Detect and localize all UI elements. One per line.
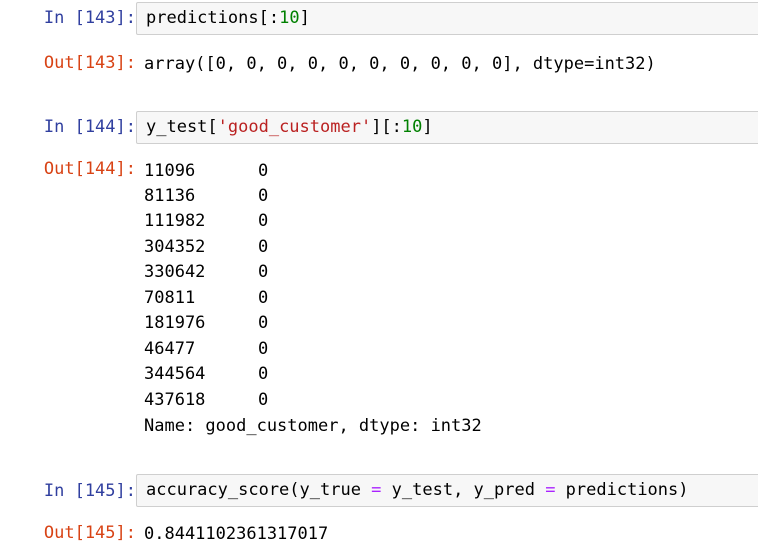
series-value: 0: [258, 288, 269, 308]
series-index: 70811: [144, 288, 196, 308]
out-prompt-144: Out[144]:: [43, 159, 136, 179]
series-footer: Name: good_customer, dtype: int32: [144, 416, 482, 436]
code-cell-145[interactable]: accuracy_score(y_true = y_test, y_pred =…: [136, 474, 758, 507]
series-value: 0: [258, 262, 269, 282]
series-value: 0: [258, 211, 269, 231]
series-value: 0: [258, 237, 269, 257]
code-number-token: 10: [401, 117, 423, 137]
series-index: 111982: [144, 211, 206, 231]
output-text-143: array([0, 0, 0, 0, 0, 0, 0, 0, 0, 0], dt…: [144, 54, 656, 74]
code-text-144[interactable]: y_test['good_customer'][:10]: [146, 115, 433, 139]
code-text-143[interactable]: predictions[:10]: [146, 6, 310, 30]
code-token: y_test, y_pred: [381, 480, 546, 500]
out-prompt-143: Out[143]:: [43, 53, 136, 73]
series-index: 46477: [144, 339, 196, 359]
series-index: 437618: [144, 390, 206, 410]
code-token: [:: [258, 8, 280, 28]
code-token: predictions: [146, 8, 259, 28]
code-token: predictions): [555, 480, 689, 500]
series-index: 11096: [144, 161, 196, 181]
series-value: 0: [258, 364, 269, 384]
series-value: 0: [258, 339, 269, 359]
in-prompt-145: In [145]:: [43, 481, 136, 501]
code-token: accuracy_score(y_true: [146, 480, 372, 500]
series-value: 0: [258, 390, 269, 410]
series-value: 0: [258, 161, 269, 181]
code-token: y_test[: [146, 117, 218, 137]
in-prompt-144: In [144]:: [43, 117, 136, 137]
code-number-token: 10: [279, 8, 300, 28]
series-index: 81136: [144, 186, 196, 206]
code-string-token: 'good_customer': [217, 117, 372, 137]
code-cell-144[interactable]: y_test['good_customer'][:10]: [136, 111, 758, 144]
code-operator-token: =: [371, 480, 382, 500]
notebook-page: In [143]: predictions[:10] Out[143]: arr…: [0, 0, 758, 547]
series-index: 344564: [144, 364, 206, 384]
series-value: 0: [258, 186, 269, 206]
code-token: ]: [422, 117, 433, 137]
series-index: 181976: [144, 313, 206, 333]
output-text-145: 0.8441102361317017: [144, 524, 329, 544]
series-index: 330642: [144, 262, 206, 282]
series-value: 0: [258, 313, 269, 333]
series-index: 304352: [144, 237, 206, 257]
code-operator-token: =: [545, 480, 556, 500]
out-prompt-145: Out[145]:: [43, 523, 136, 543]
code-token: ][:: [371, 117, 402, 137]
code-token: ]: [299, 8, 310, 28]
code-cell-143[interactable]: predictions[:10]: [136, 2, 758, 35]
code-text-145[interactable]: accuracy_score(y_true = y_test, y_pred =…: [146, 478, 689, 502]
in-prompt-143: In [143]:: [43, 8, 136, 28]
